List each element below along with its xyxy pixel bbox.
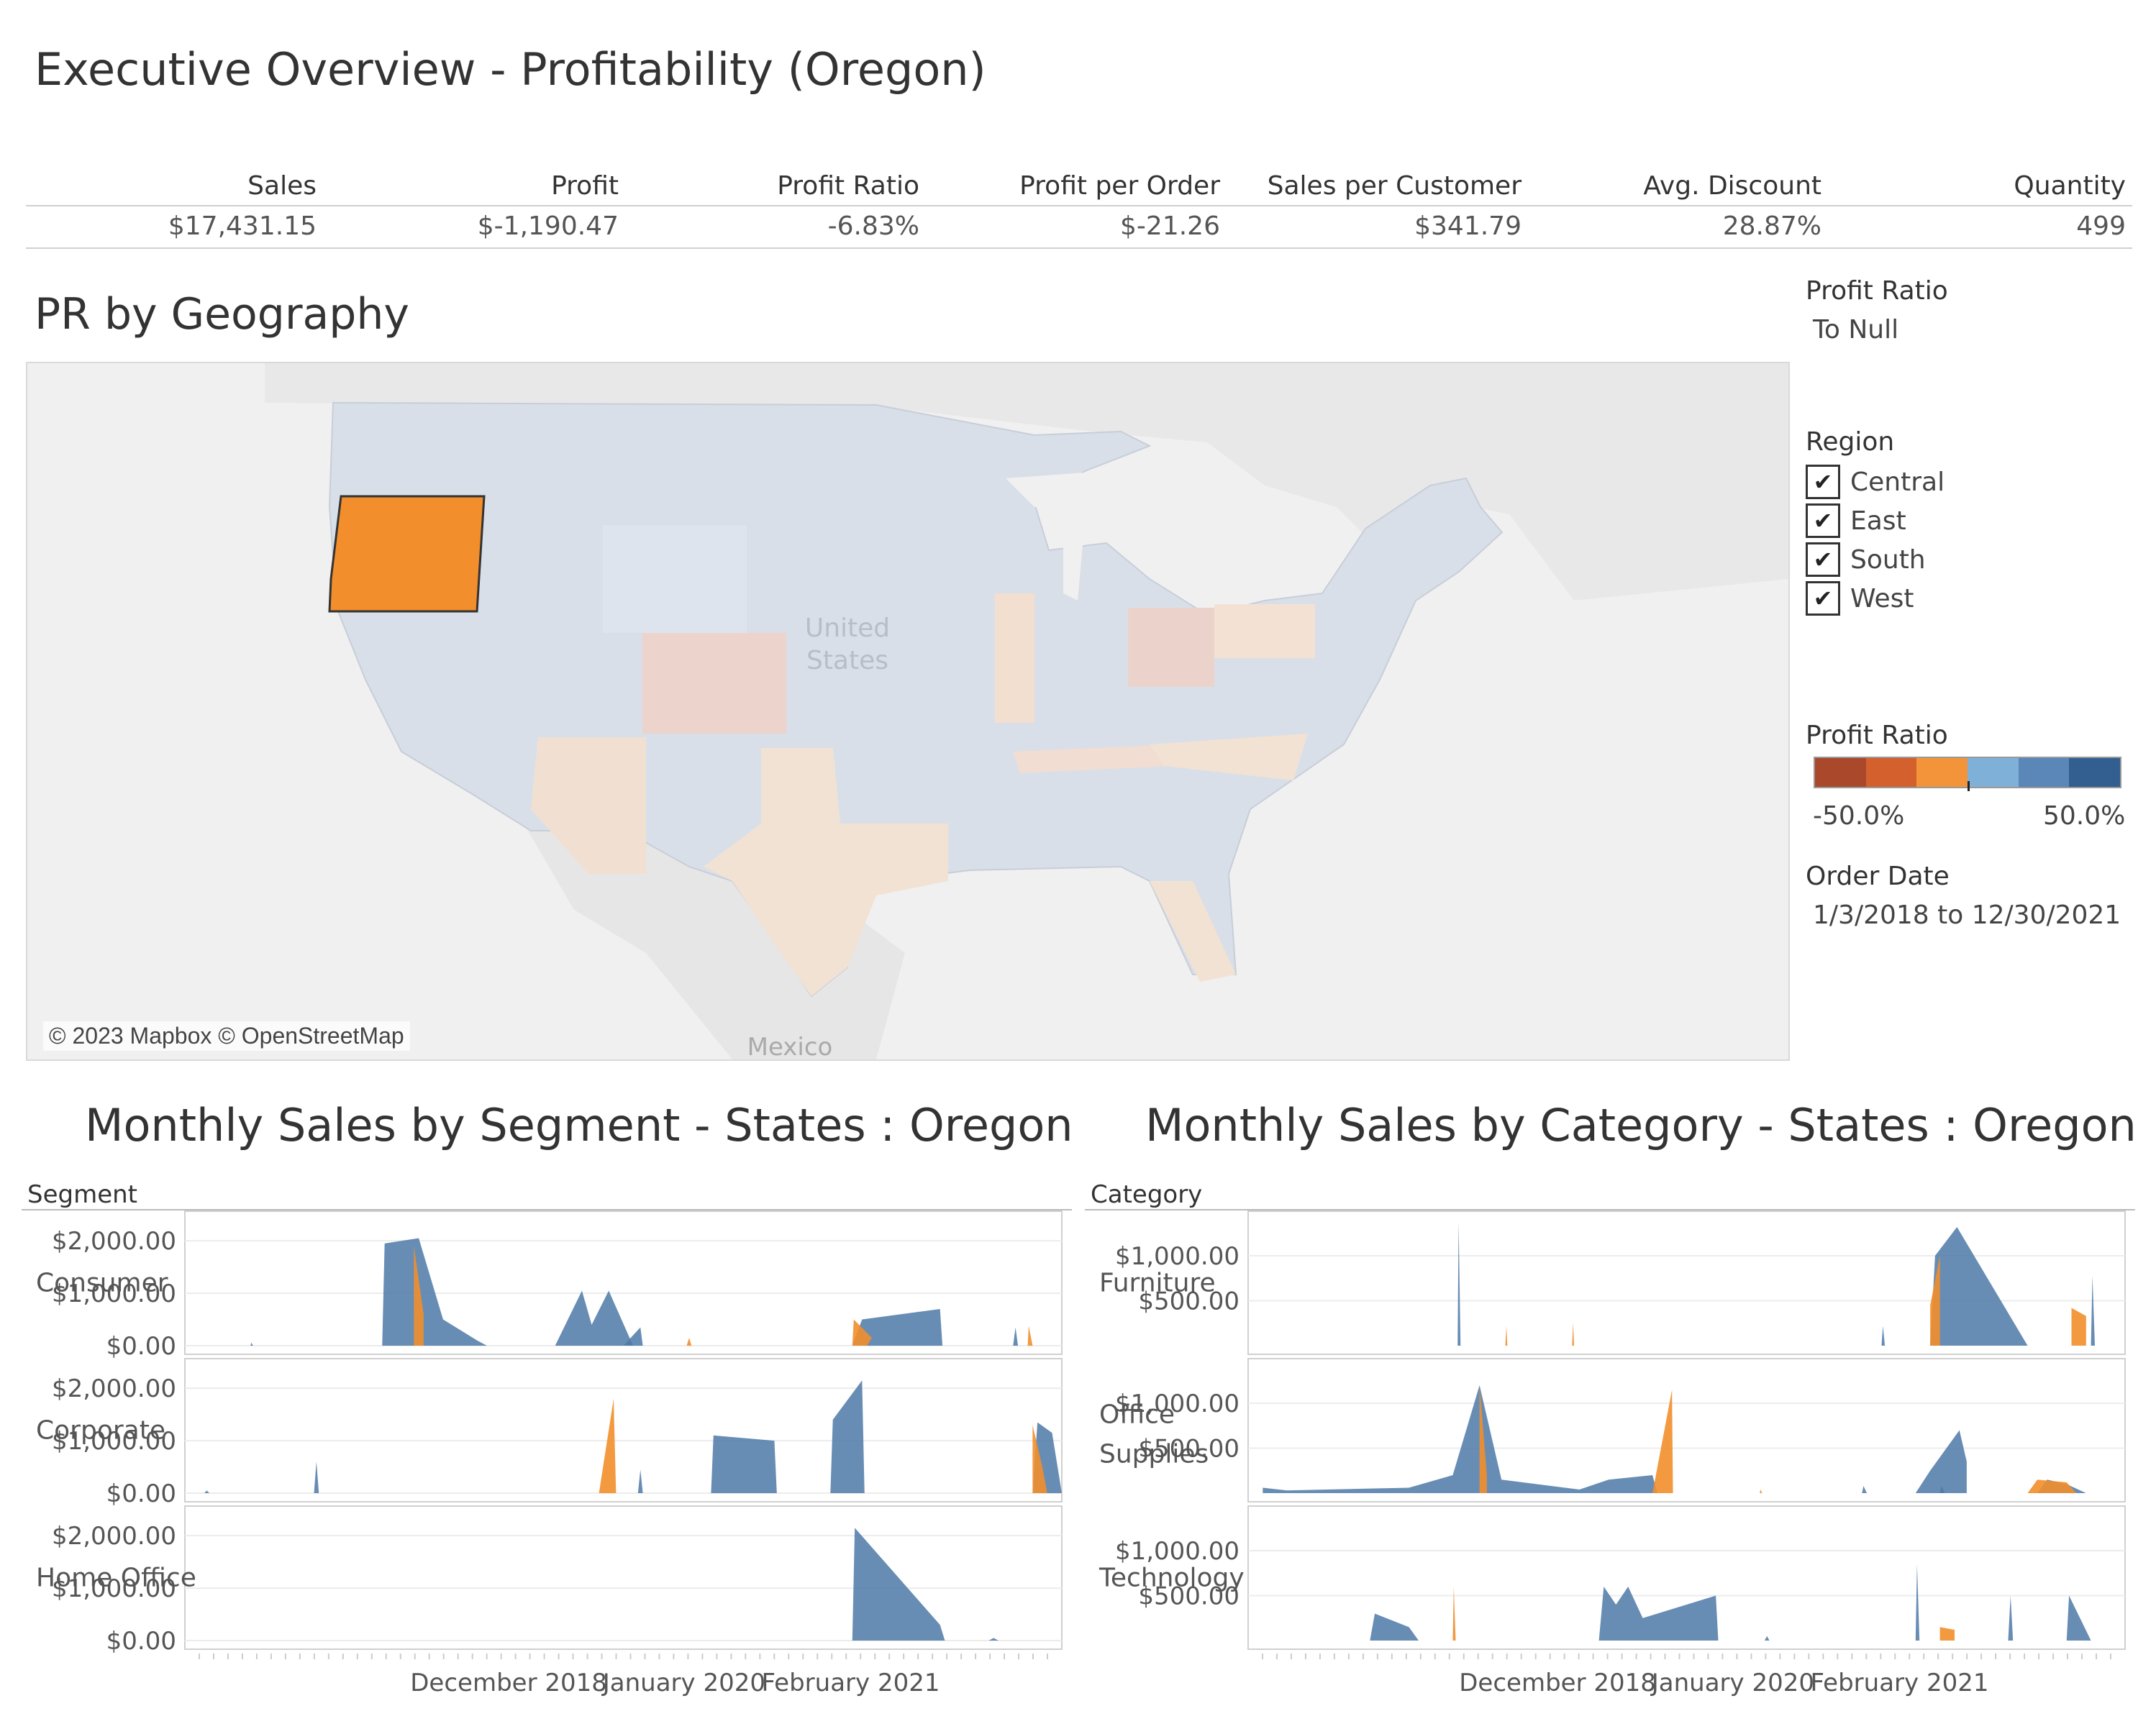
y-tick-label-0: $0.00 — [106, 1627, 176, 1656]
kpi-label-6: Quantity — [2014, 171, 2126, 201]
kpi-value-3: $-21.26 — [1120, 211, 1220, 241]
panel-technology: Technology$500.00$1,000.00 — [1099, 1505, 2126, 1650]
kpi-label-1: Profit — [551, 171, 619, 201]
map-label-us-1: United — [805, 614, 890, 643]
y-tick-label-1: $1,000.00 — [52, 1574, 176, 1603]
map-canvas[interactable]: United States Mexico — [27, 363, 1788, 1059]
kpi-label-3: Profit per Order — [1019, 171, 1220, 201]
state-pennsylvania[interactable] — [1214, 604, 1315, 658]
state-ohio[interactable] — [1128, 608, 1214, 687]
segment-chart[interactable]: SegmentConsumer$0.00$1,000.00$2,000.00Co… — [22, 1180, 1072, 1697]
segment-chart-title: Monthly Sales by Segment - States : Oreg… — [85, 1099, 1073, 1151]
ramp-swatch-1 — [1865, 758, 1917, 787]
color-legend-min: -50.0% — [1813, 801, 1905, 831]
region-option-west[interactable]: ✔ West — [1806, 580, 1914, 617]
y-tick-label-0: $0.00 — [106, 1332, 176, 1361]
profit-ratio-filter-value[interactable]: To Null — [1813, 315, 1898, 345]
region-option-south[interactable]: ✔ South — [1806, 541, 1926, 578]
panel-corporate: Corporate$0.00$1,000.00$2,000.00 — [36, 1358, 1063, 1508]
y-tick-label-1: $1,000.00 — [1115, 1537, 1240, 1566]
area-blue-3 — [711, 1435, 777, 1493]
y-tick-label-2: $2,000.00 — [52, 1522, 176, 1551]
x-tick-label-1: January 2020 — [601, 1669, 765, 1697]
facet-header-label: Category — [1091, 1180, 1202, 1209]
state-illinois[interactable] — [995, 593, 1034, 723]
map-label-us-2: States — [806, 646, 888, 675]
geography-map[interactable]: United States Mexico © 2023 Mapbox © Ope… — [26, 362, 1790, 1061]
state-oregon[interactable] — [328, 495, 486, 613]
y-tick-label-2: $2,000.00 — [52, 1227, 176, 1256]
checkbox-central[interactable]: ✔ — [1806, 465, 1840, 499]
region-option-central[interactable]: ✔ Central — [1806, 463, 1945, 501]
kpi-value-1: $-1,190.47 — [477, 211, 619, 241]
kpi-divider-bottom — [26, 247, 2132, 249]
y-tick-label-1: $1,000.00 — [52, 1280, 176, 1308]
ramp-swatch-4 — [2018, 758, 2070, 787]
map-label-mexico: Mexico — [747, 1033, 833, 1059]
color-legend-max: 50.0% — [2043, 801, 2126, 831]
checkbox-east[interactable]: ✔ — [1806, 503, 1840, 538]
region-label-east: East — [1850, 506, 1906, 536]
ramp-swatch-3 — [1968, 758, 2019, 787]
checkbox-south[interactable]: ✔ — [1806, 542, 1840, 577]
region-label-south: South — [1850, 544, 1926, 575]
y-tick-label-0: $500.00 — [1138, 1582, 1240, 1611]
ramp-swatch-0 — [1815, 758, 1866, 787]
ramp-swatch-5 — [2069, 758, 2121, 787]
panel-home-office: Home Office$0.00$1,000.00$2,000.00 — [36, 1505, 1063, 1656]
kpi-value-5: 28.87% — [1722, 211, 1821, 241]
y-tick-label-0: $500.00 — [1138, 1287, 1240, 1316]
map-credit[interactable]: © 2023 Mapbox © OpenStreetMap — [43, 1021, 410, 1051]
panel-office-supplies: OfficeSupplies$500.00$1,000.00 — [1099, 1358, 2126, 1502]
y-tick-label-2: $2,000.00 — [52, 1374, 176, 1403]
kpi-label-5: Avg. Discount — [1643, 171, 1821, 201]
panel-frame — [1247, 1358, 2126, 1502]
kpi-divider-top — [26, 205, 2132, 206]
state-wyoming[interactable] — [603, 525, 747, 633]
x-tick-label-2: February 2021 — [761, 1669, 940, 1697]
region-label-west: West — [1850, 583, 1914, 614]
kpi-label-0: Sales — [247, 171, 317, 201]
y-tick-label-1: $1,000.00 — [1115, 1242, 1240, 1271]
checkbox-west[interactable]: ✔ — [1806, 581, 1840, 616]
category-chart-title: Monthly Sales by Category - States : Ore… — [1145, 1099, 2137, 1151]
y-tick-label-1: $1,000.00 — [52, 1427, 176, 1456]
x-tick-label-0: December 2018 — [410, 1669, 607, 1697]
y-tick-label-0: $500.00 — [1138, 1435, 1240, 1464]
color-legend-title: Profit Ratio — [1806, 721, 1948, 750]
facet-header-label: Segment — [27, 1180, 137, 1209]
kpi-value-4: $341.79 — [1414, 211, 1522, 241]
panel-furniture: Furniture$500.00$1,000.00 — [1099, 1210, 2126, 1355]
color-legend-marker — [1968, 781, 1970, 791]
state-colorado[interactable] — [642, 633, 786, 734]
region-label-central: Central — [1850, 467, 1945, 497]
y-tick-label-0: $0.00 — [106, 1479, 176, 1508]
x-tick-label-2: February 2021 — [1810, 1669, 1988, 1697]
kpi-label-2: Profit Ratio — [777, 171, 919, 201]
order-date-filter-title: Order Date — [1806, 862, 1950, 891]
kpi-value-6: 499 — [2076, 211, 2126, 241]
profit-ratio-filter-title: Profit Ratio — [1806, 276, 1948, 306]
category-chart[interactable]: CategoryFurniture$500.00$1,000.00OfficeS… — [1085, 1180, 2135, 1697]
kpi-value-0: $17,431.15 — [168, 211, 317, 241]
x-tick-label-0: December 2018 — [1459, 1669, 1656, 1697]
region-option-east[interactable]: ✔ East — [1806, 502, 1906, 539]
region-filter-title: Region — [1806, 427, 1895, 457]
kpi-label-4: Sales per Customer — [1267, 171, 1522, 201]
x-tick-label-1: January 2020 — [1650, 1669, 1814, 1697]
kpi-value-2: -6.83% — [827, 211, 919, 241]
y-tick-label-1: $1,000.00 — [1115, 1390, 1240, 1418]
ramp-swatch-2 — [1916, 758, 1968, 787]
map-title: PR by Geography — [35, 289, 409, 339]
order-date-filter-value[interactable]: 1/3/2018 to 12/30/2021 — [1813, 900, 2121, 930]
page-title: Executive Overview - Profitability (Oreg… — [35, 43, 986, 96]
panel-consumer: Consumer$0.00$1,000.00$2,000.00 — [36, 1210, 1063, 1361]
